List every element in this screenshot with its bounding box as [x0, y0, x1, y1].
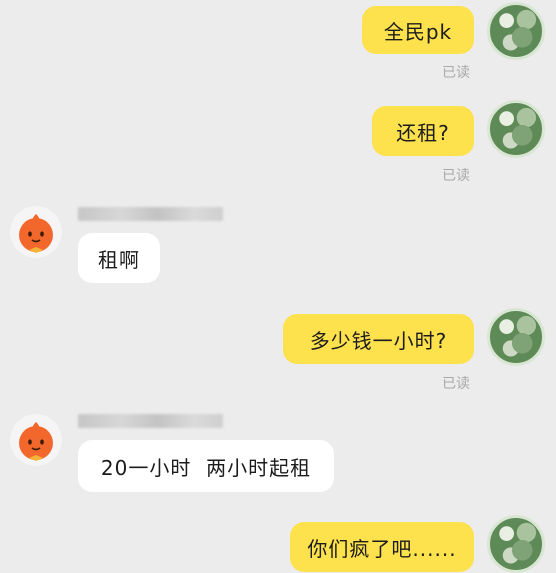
contact-avatar[interactable] [10, 206, 62, 258]
message-bubble-outgoing[interactable]: 多少钱一小时? [283, 314, 474, 364]
message-bubble-incoming[interactable]: 租啊 [78, 233, 160, 283]
my-avatar[interactable] [487, 308, 545, 366]
read-status: 已读 [442, 65, 470, 81]
contact-avatar[interactable] [10, 414, 62, 466]
chat-screen: { "messages": [ {"sender": "me", "text":… [0, 0, 556, 573]
message-text: 多少钱一小时? [309, 328, 448, 353]
message-bubble-outgoing[interactable]: 全民pk [362, 6, 474, 54]
orange-mascot-icon [19, 214, 53, 253]
message-bubble-incoming[interactable]: 20一小时 两小时起租 [78, 440, 334, 492]
my-avatar[interactable] [487, 100, 545, 158]
message-text: 你们疯了吧...... [307, 536, 457, 561]
message-text: 还租? [396, 120, 450, 145]
read-status: 已读 [442, 376, 470, 392]
message-text: 租啊 [98, 247, 140, 272]
read-status: 已读 [442, 168, 470, 184]
message-text: 20一小时 两小时起租 [100, 455, 312, 480]
contact-name-blurred [78, 207, 223, 221]
message-bubble-outgoing[interactable]: 还租? [372, 106, 474, 156]
message-bubble-outgoing[interactable]: 你们疯了吧...... [290, 522, 474, 572]
contact-name-blurred [78, 414, 223, 428]
orange-mascot-icon [19, 422, 53, 461]
my-avatar[interactable] [487, 515, 545, 573]
my-avatar[interactable] [487, 2, 545, 60]
message-text: 全民pk [383, 19, 453, 44]
